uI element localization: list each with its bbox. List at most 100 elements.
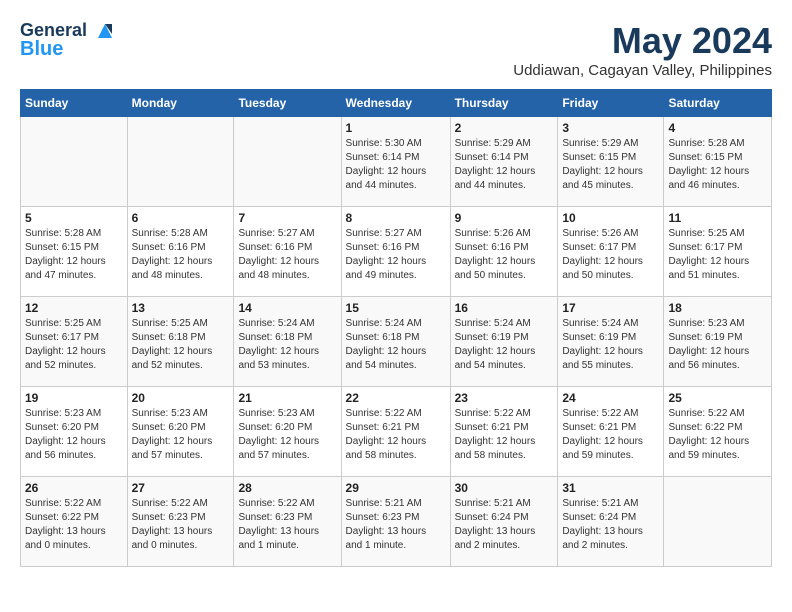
month-title: May 2024 bbox=[513, 20, 772, 62]
logo-text: General Blue bbox=[20, 20, 116, 60]
day-info: Sunrise: 5:23 AM Sunset: 6:20 PM Dayligh… bbox=[25, 407, 123, 463]
day-number: 29 bbox=[346, 481, 446, 495]
day-info: Sunrise: 5:22 AM Sunset: 6:23 PM Dayligh… bbox=[132, 497, 230, 553]
day-info: Sunrise: 5:22 AM Sunset: 6:21 PM Dayligh… bbox=[562, 407, 659, 463]
day-number: 1 bbox=[346, 121, 446, 135]
calendar-cell: 9Sunrise: 5:26 AM Sunset: 6:16 PM Daylig… bbox=[450, 207, 558, 297]
day-info: Sunrise: 5:29 AM Sunset: 6:14 PM Dayligh… bbox=[455, 137, 554, 193]
location-subtitle: Uddiawan, Cagayan Valley, Philippines bbox=[513, 62, 772, 79]
day-info: Sunrise: 5:24 AM Sunset: 6:19 PM Dayligh… bbox=[455, 317, 554, 373]
day-number: 24 bbox=[562, 391, 659, 405]
calendar-cell: 26Sunrise: 5:22 AM Sunset: 6:22 PM Dayli… bbox=[21, 477, 128, 567]
calendar-week-1: 1 Sunrise: 5:30 AM Sunset: 6:14 PM Daylig… bbox=[21, 117, 772, 207]
logo: General Blue bbox=[20, 20, 116, 60]
day-info: Sunrise: 5:27 AM Sunset: 6:16 PM Dayligh… bbox=[346, 227, 446, 283]
calendar-cell: 24 Sunrise: 5:22 AM Sunset: 6:21 PM Dayli… bbox=[558, 387, 664, 477]
calendar-cell: 30Sunrise: 5:21 AM Sunset: 6:24 PM Dayli… bbox=[450, 477, 558, 567]
day-info: Sunrise: 5:21 AM Sunset: 6:24 PM Dayligh… bbox=[562, 497, 659, 553]
calendar-cell: 15 Sunrise: 5:24 AM Sunset: 6:18 PM Dayli… bbox=[341, 297, 450, 387]
day-number: 8 bbox=[346, 211, 446, 225]
calendar-cell: 4 Sunrise: 5:28 AM Sunset: 6:15 PM Daylig… bbox=[664, 117, 772, 207]
column-header-wednesday: Wednesday bbox=[341, 90, 450, 117]
calendar-cell: 25Sunrise: 5:22 AM Sunset: 6:22 PM Dayli… bbox=[664, 387, 772, 477]
day-info: Sunrise: 5:24 AM Sunset: 6:18 PM Dayligh… bbox=[238, 317, 336, 373]
logo-icon bbox=[94, 20, 116, 42]
day-number: 10 bbox=[562, 211, 659, 225]
day-number: 12 bbox=[25, 301, 123, 315]
calendar-cell: 3 Sunrise: 5:29 AM Sunset: 6:15 PM Daylig… bbox=[558, 117, 664, 207]
day-number: 15 bbox=[346, 301, 446, 315]
calendar-header-row: SundayMondayTuesdayWednesdayThursdayFrid… bbox=[21, 90, 772, 117]
day-number: 3 bbox=[562, 121, 659, 135]
title-block: May 2024 Uddiawan, Cagayan Valley, Phili… bbox=[513, 20, 772, 79]
day-info: Sunrise: 5:22 AM Sunset: 6:21 PM Dayligh… bbox=[455, 407, 554, 463]
calendar-week-3: 12 Sunrise: 5:25 AM Sunset: 6:17 PM Dayli… bbox=[21, 297, 772, 387]
calendar-week-5: 26Sunrise: 5:22 AM Sunset: 6:22 PM Dayli… bbox=[21, 477, 772, 567]
page-header: General Blue May 2024 Uddiawan, Cagayan … bbox=[20, 20, 772, 79]
day-info: Sunrise: 5:24 AM Sunset: 6:18 PM Dayligh… bbox=[346, 317, 446, 373]
calendar-cell: 10 Sunrise: 5:26 AM Sunset: 6:17 PM Dayli… bbox=[558, 207, 664, 297]
day-number: 25 bbox=[668, 391, 767, 405]
day-number: 7 bbox=[238, 211, 336, 225]
day-info: Sunrise: 5:30 AM Sunset: 6:14 PM Dayligh… bbox=[346, 137, 446, 193]
calendar-cell: 2 Sunrise: 5:29 AM Sunset: 6:14 PM Daylig… bbox=[450, 117, 558, 207]
calendar-week-4: 19 Sunrise: 5:23 AM Sunset: 6:20 PM Dayli… bbox=[21, 387, 772, 477]
day-info: Sunrise: 5:23 AM Sunset: 6:19 PM Dayligh… bbox=[668, 317, 767, 373]
calendar-body: 1 Sunrise: 5:30 AM Sunset: 6:14 PM Daylig… bbox=[21, 117, 772, 567]
day-number: 28 bbox=[238, 481, 336, 495]
day-number: 31 bbox=[562, 481, 659, 495]
calendar-cell: 31 Sunrise: 5:21 AM Sunset: 6:24 PM Dayli… bbox=[558, 477, 664, 567]
calendar-cell: 22 Sunrise: 5:22 AM Sunset: 6:21 PM Dayli… bbox=[341, 387, 450, 477]
day-info: Sunrise: 5:24 AM Sunset: 6:19 PM Dayligh… bbox=[562, 317, 659, 373]
calendar-cell: 13Sunrise: 5:25 AM Sunset: 6:18 PM Dayli… bbox=[127, 297, 234, 387]
calendar-cell: 7Sunrise: 5:27 AM Sunset: 6:16 PM Daylig… bbox=[234, 207, 341, 297]
day-number: 21 bbox=[238, 391, 336, 405]
day-info: Sunrise: 5:23 AM Sunset: 6:20 PM Dayligh… bbox=[132, 407, 230, 463]
calendar-cell: 21 Sunrise: 5:23 AM Sunset: 6:20 PM Dayli… bbox=[234, 387, 341, 477]
calendar-cell: 1 Sunrise: 5:30 AM Sunset: 6:14 PM Daylig… bbox=[341, 117, 450, 207]
calendar-cell bbox=[234, 117, 341, 207]
day-info: Sunrise: 5:25 AM Sunset: 6:17 PM Dayligh… bbox=[25, 317, 123, 373]
calendar-cell: 23 Sunrise: 5:22 AM Sunset: 6:21 PM Dayli… bbox=[450, 387, 558, 477]
calendar-cell: 29 Sunrise: 5:21 AM Sunset: 6:23 PM Dayli… bbox=[341, 477, 450, 567]
calendar-cell bbox=[127, 117, 234, 207]
day-number: 13 bbox=[132, 301, 230, 315]
day-number: 22 bbox=[346, 391, 446, 405]
day-number: 9 bbox=[455, 211, 554, 225]
day-number: 5 bbox=[25, 211, 123, 225]
day-info: Sunrise: 5:22 AM Sunset: 6:22 PM Dayligh… bbox=[25, 497, 123, 553]
day-number: 23 bbox=[455, 391, 554, 405]
calendar-cell: 16Sunrise: 5:24 AM Sunset: 6:19 PM Dayli… bbox=[450, 297, 558, 387]
day-number: 18 bbox=[668, 301, 767, 315]
day-info: Sunrise: 5:26 AM Sunset: 6:17 PM Dayligh… bbox=[562, 227, 659, 283]
day-number: 11 bbox=[668, 211, 767, 225]
day-number: 19 bbox=[25, 391, 123, 405]
calendar-cell bbox=[664, 477, 772, 567]
day-info: Sunrise: 5:22 AM Sunset: 6:23 PM Dayligh… bbox=[238, 497, 336, 553]
day-number: 4 bbox=[668, 121, 767, 135]
column-header-tuesday: Tuesday bbox=[234, 90, 341, 117]
column-header-thursday: Thursday bbox=[450, 90, 558, 117]
day-info: Sunrise: 5:21 AM Sunset: 6:23 PM Dayligh… bbox=[346, 497, 446, 553]
calendar-week-2: 5 Sunrise: 5:28 AM Sunset: 6:15 PM Daylig… bbox=[21, 207, 772, 297]
calendar-cell: 12 Sunrise: 5:25 AM Sunset: 6:17 PM Dayli… bbox=[21, 297, 128, 387]
day-info: Sunrise: 5:23 AM Sunset: 6:20 PM Dayligh… bbox=[238, 407, 336, 463]
column-header-monday: Monday bbox=[127, 90, 234, 117]
column-header-friday: Friday bbox=[558, 90, 664, 117]
calendar-cell bbox=[21, 117, 128, 207]
day-number: 27 bbox=[132, 481, 230, 495]
calendar-cell: 17 Sunrise: 5:24 AM Sunset: 6:19 PM Dayli… bbox=[558, 297, 664, 387]
day-info: Sunrise: 5:25 AM Sunset: 6:17 PM Dayligh… bbox=[668, 227, 767, 283]
calendar-cell: 5 Sunrise: 5:28 AM Sunset: 6:15 PM Daylig… bbox=[21, 207, 128, 297]
calendar-cell: 6Sunrise: 5:28 AM Sunset: 6:16 PM Daylig… bbox=[127, 207, 234, 297]
calendar-table: SundayMondayTuesdayWednesdayThursdayFrid… bbox=[20, 89, 772, 567]
day-number: 2 bbox=[455, 121, 554, 135]
column-header-sunday: Sunday bbox=[21, 90, 128, 117]
day-info: Sunrise: 5:29 AM Sunset: 6:15 PM Dayligh… bbox=[562, 137, 659, 193]
calendar-cell: 14Sunrise: 5:24 AM Sunset: 6:18 PM Dayli… bbox=[234, 297, 341, 387]
calendar-cell: 8 Sunrise: 5:27 AM Sunset: 6:16 PM Daylig… bbox=[341, 207, 450, 297]
day-number: 17 bbox=[562, 301, 659, 315]
day-info: Sunrise: 5:28 AM Sunset: 6:15 PM Dayligh… bbox=[25, 227, 123, 283]
day-info: Sunrise: 5:22 AM Sunset: 6:21 PM Dayligh… bbox=[346, 407, 446, 463]
day-info: Sunrise: 5:28 AM Sunset: 6:15 PM Dayligh… bbox=[668, 137, 767, 193]
